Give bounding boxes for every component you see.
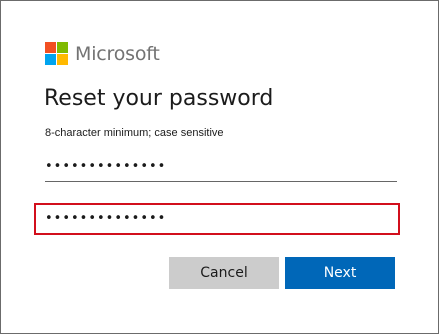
logo-square-red — [45, 42, 56, 53]
microsoft-logo: Microsoft — [45, 42, 160, 65]
next-button[interactable]: Next — [285, 257, 395, 289]
microsoft-logo-icon — [45, 42, 68, 65]
new-password-field[interactable] — [45, 152, 397, 182]
page-title: Reset your password — [44, 86, 274, 111]
cancel-button[interactable]: Cancel — [169, 257, 279, 289]
password-hint: 8-character minimum; case sensitive — [45, 127, 224, 139]
brand-name: Microsoft — [75, 42, 160, 65]
confirm-password-field[interactable] — [45, 204, 397, 234]
logo-square-blue — [45, 54, 56, 65]
reset-password-card: Microsoft Reset your password 8-characte… — [0, 0, 439, 334]
logo-square-yellow — [57, 54, 68, 65]
logo-square-green — [57, 42, 68, 53]
